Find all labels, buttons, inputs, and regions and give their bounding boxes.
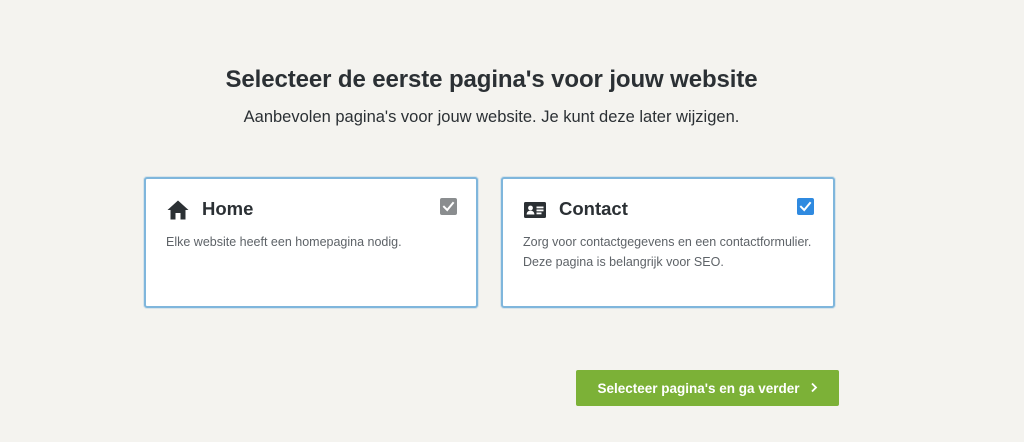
contact-card-icon <box>523 199 547 221</box>
page-option-description: Elke website heeft een homepagina nodig. <box>166 235 402 249</box>
contact-checkbox[interactable] <box>797 198 814 215</box>
page-option-title: Contact <box>559 198 628 219</box>
home-checkbox <box>440 198 457 215</box>
page-option-title: Home <box>202 198 254 219</box>
page-option-home[interactable]: Home Elke website heeft een homepagina n… <box>144 177 478 308</box>
page-option-contact[interactable]: Contact Zorg voor contactgegevens en een… <box>501 177 835 308</box>
continue-button-label: Selecteer pagina's en ga verder <box>597 380 800 396</box>
home-icon <box>166 199 190 221</box>
chevron-right-icon <box>810 381 818 396</box>
page-option-description: Zorg voor contactgegevens en een contact… <box>523 235 812 269</box>
continue-button[interactable]: Selecteer pagina's en ga verder <box>576 370 839 406</box>
page-subtitle: Aanbevolen pagina's voor jouw website. J… <box>243 108 740 126</box>
page-title: Selecteer de eerste pagina's voor jouw w… <box>225 66 758 93</box>
